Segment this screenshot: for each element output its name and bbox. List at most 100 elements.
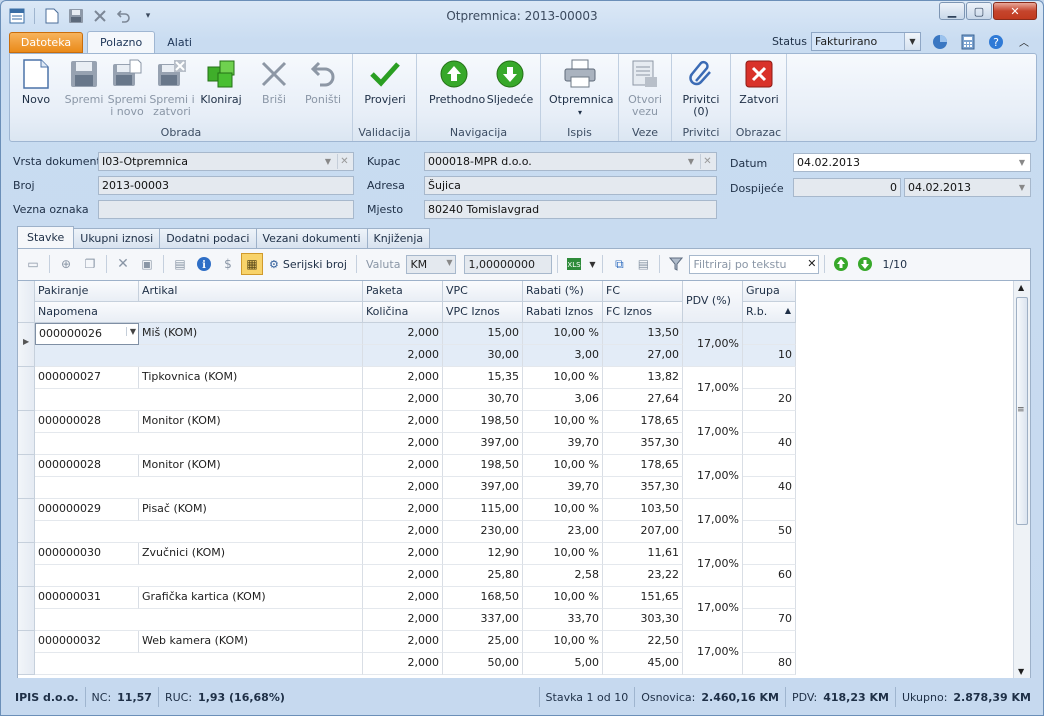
col-header-artikal[interactable]: Artikal	[139, 281, 363, 302]
cell-rb[interactable]: 50	[743, 521, 796, 543]
dospijece-dani-field[interactable]: 0	[793, 178, 901, 197]
col-header-grupa[interactable]: Grupa	[743, 281, 796, 302]
otpremnica-print-button[interactable]: Otpremnica ▾	[549, 58, 614, 119]
cell-pak[interactable]: 000000028	[35, 455, 139, 477]
copy-row-icon[interactable]: ❐	[79, 253, 101, 275]
cell-pdv[interactable]: 17,00%	[683, 631, 743, 675]
novo-button[interactable]: Novo	[12, 58, 60, 106]
cell-pdv[interactable]: 17,00%	[683, 323, 743, 367]
cell-vpci[interactable]: 397,00	[443, 433, 523, 455]
tab-stavke[interactable]: Stavke	[17, 226, 75, 248]
chevron-down-icon[interactable]: ▼	[125, 327, 136, 336]
delete-row-icon[interactable]: ✕	[112, 253, 134, 275]
cell-art[interactable]: Monitor (KOM)	[139, 411, 363, 433]
chevron-down-icon[interactable]: ▼	[684, 154, 698, 169]
prev-row-icon[interactable]	[830, 253, 852, 275]
tecaj-field[interactable]: 1,00000000	[464, 254, 553, 274]
tab-datoteka[interactable]: Datoteka	[9, 32, 83, 53]
kloniraj-button[interactable]: Kloniraj	[197, 58, 245, 106]
cell-grupa[interactable]	[743, 631, 796, 653]
privitci-button[interactable]: Privitci (0)	[677, 58, 725, 118]
col-header-kolicina[interactable]: Količina	[363, 302, 443, 323]
cell-rab[interactable]: 10,00 %	[523, 543, 603, 565]
ponisti-button[interactable]: Poništi	[299, 58, 347, 106]
cell-fci[interactable]: 27,00	[603, 345, 683, 367]
spremi-button[interactable]: Spremi	[60, 58, 108, 106]
cell-vpc[interactable]: 25,00	[443, 631, 523, 653]
add-icon[interactable]: ⊕	[55, 253, 77, 275]
cell-rb[interactable]: 10	[743, 345, 796, 367]
clear-icon[interactable]: ✕	[700, 154, 714, 169]
sljedece-button[interactable]: Sljedeće	[485, 58, 535, 106]
cell-paketa[interactable]: 2,000	[363, 587, 443, 609]
cell-vpc[interactable]: 115,00	[443, 499, 523, 521]
cell-vpci[interactable]: 337,00	[443, 609, 523, 631]
brisi-button[interactable]: Briši	[250, 58, 298, 106]
dropdown-arrow-icon[interactable]: ▼	[587, 253, 597, 275]
next-row-icon[interactable]	[854, 253, 876, 275]
tab-knjizenja[interactable]: Knjiženja	[366, 228, 431, 248]
zatvori-button[interactable]: Zatvori	[735, 58, 783, 106]
cell-rabi[interactable]: 33,70	[523, 609, 603, 631]
cell-fc[interactable]: 178,65	[603, 455, 683, 477]
cell-grupa[interactable]	[743, 367, 796, 389]
cell-vpci[interactable]: 25,80	[443, 565, 523, 587]
cell-vpc[interactable]: 12,90	[443, 543, 523, 565]
col-header-vpc-iznos[interactable]: VPC Iznos	[443, 302, 523, 323]
valuta-select[interactable]: KM ▼	[406, 254, 457, 274]
chevron-down-icon[interactable]: ▼	[1015, 180, 1029, 195]
cell-rab[interactable]: 10,00 %	[523, 411, 603, 433]
cell-napomena[interactable]	[35, 433, 363, 455]
tab-ukupni-iznosi[interactable]: Ukupni iznosi	[73, 228, 161, 248]
col-header-rb[interactable]: R.b. ▲	[743, 302, 796, 323]
info-icon[interactable]: i	[193, 253, 215, 275]
cell-napomena[interactable]	[35, 345, 363, 367]
scroll-down-icon[interactable]: ▼	[1018, 667, 1024, 676]
cell-art[interactable]: Tipkovnica (KOM)	[139, 367, 363, 389]
cell-grupa[interactable]	[743, 411, 796, 433]
paste-icon[interactable]: ▤	[632, 253, 654, 275]
cell-vpci[interactable]: 50,00	[443, 653, 523, 675]
otvori-vezu-button[interactable]: Otvori vezu	[621, 58, 669, 118]
cell-pak[interactable]: 000000028	[35, 411, 139, 433]
cell-rab[interactable]: 10,00 %	[523, 631, 603, 653]
cell-pdv[interactable]: 17,00%	[683, 367, 743, 411]
cell-kol[interactable]: 2,000	[363, 433, 443, 455]
cell-rab[interactable]: 10,00 %	[523, 499, 603, 521]
cell-grupa[interactable]	[743, 455, 796, 477]
cell-art[interactable]: Pisač (KOM)	[139, 499, 363, 521]
cell-vpc[interactable]: 198,50	[443, 411, 523, 433]
row-indicator[interactable]	[18, 411, 35, 455]
broj-field[interactable]: 2013-00003	[98, 176, 354, 195]
cell-paketa[interactable]: 2,000	[363, 499, 443, 521]
cell-pak[interactable]: 000000026 ▼	[35, 323, 139, 345]
cell-art[interactable]: Miš (KOM)	[139, 323, 363, 345]
col-header-fc[interactable]: FC	[603, 281, 683, 302]
cell-art[interactable]: Grafička kartica (KOM)	[139, 587, 363, 609]
vezna-oznaka-field[interactable]	[98, 200, 354, 219]
cell-fc[interactable]: 103,50	[603, 499, 683, 521]
col-header-paketa[interactable]: Paketa	[363, 281, 443, 302]
cell-paketa[interactable]: 2,000	[363, 323, 443, 345]
cell-kol[interactable]: 2,000	[363, 609, 443, 631]
tab-alati[interactable]: Alati	[155, 31, 204, 53]
row-indicator[interactable]	[18, 455, 35, 499]
cell-pak[interactable]: 000000029	[35, 499, 139, 521]
cell-paketa[interactable]: 2,000	[363, 411, 443, 433]
cell-paketa[interactable]: 2,000	[363, 367, 443, 389]
cell-vpci[interactable]: 30,00	[443, 345, 523, 367]
cell-vpci[interactable]: 397,00	[443, 477, 523, 499]
cell-rab[interactable]: 10,00 %	[523, 587, 603, 609]
row-indicator[interactable]	[18, 367, 35, 411]
cell-pak[interactable]: 000000032	[35, 631, 139, 653]
adresa-field[interactable]: Šujica	[424, 176, 717, 195]
tab-polazno[interactable]: Polazno	[87, 31, 156, 53]
mjesto-field[interactable]: 80240 Tomislavgrad	[424, 200, 717, 219]
cell-pdv[interactable]: 17,00%	[683, 499, 743, 543]
minimize-button[interactable]: ▁	[939, 2, 965, 20]
cell-grupa[interactable]	[743, 323, 796, 345]
cell-rb[interactable]: 40	[743, 477, 796, 499]
filter-input[interactable]: Filtriraj po tekstu ✕	[689, 254, 820, 274]
cell-napomena[interactable]	[35, 609, 363, 631]
filter-icon[interactable]	[665, 253, 687, 275]
